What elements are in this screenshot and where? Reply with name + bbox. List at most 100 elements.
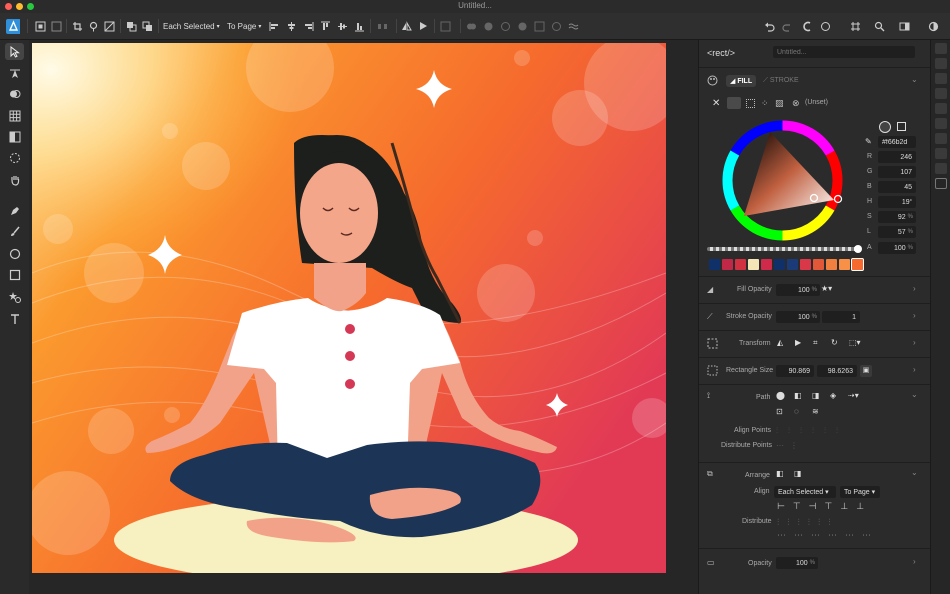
pattern-fill-icon[interactable]: ▨ <box>775 98 784 109</box>
text-tool-icon[interactable] <box>5 310 24 327</box>
effects-panel-icon[interactable] <box>935 103 947 114</box>
rotate-icon[interactable]: ↻ <box>831 338 838 347</box>
arrange-panel-icon[interactable] <box>935 148 947 159</box>
align-selection-select[interactable]: Each Selected ▾ <box>774 486 836 498</box>
chevron-right-icon[interactable]: › <box>913 311 916 320</box>
a-input[interactable]: 100 % <box>878 242 916 254</box>
transform-options-icon[interactable]: ⬚▾ <box>849 338 861 347</box>
flip-h-icon[interactable]: ◭ <box>777 338 783 347</box>
stroke-panel-icon[interactable] <box>935 73 947 84</box>
crop-icon[interactable] <box>70 18 84 34</box>
undo-icon[interactable] <box>762 18 776 34</box>
hex-input[interactable] <box>878 136 916 148</box>
align-left-icon[interactable] <box>267 18 281 34</box>
star-preset-icon[interactable]: ★▾ <box>821 284 832 293</box>
opacity-input[interactable]: 100 % <box>776 557 818 569</box>
color-swatch[interactable] <box>826 259 837 270</box>
path-options-icon[interactable]: ⇢▾ <box>848 391 859 400</box>
path-exclude-icon[interactable]: ◈ <box>830 391 836 400</box>
linear-gradient-icon[interactable] <box>746 99 755 108</box>
distribute-points-icons[interactable]: ⋯⋮ <box>776 441 804 450</box>
pattern-icon[interactable] <box>102 18 116 34</box>
color-swatch[interactable] <box>813 259 824 270</box>
arrange-back-icon[interactable]: ◨ <box>794 469 802 478</box>
l-input[interactable]: 57 % <box>878 226 916 238</box>
export-panel-icon[interactable] <box>935 178 947 189</box>
blend-tool-icon[interactable] <box>5 149 24 166</box>
boolean-union-icon[interactable] <box>464 18 478 34</box>
arrange-front-icon[interactable]: ◧ <box>776 469 784 478</box>
unset-icon[interactable]: ⊗ <box>792 98 800 109</box>
align-panel-icon[interactable] <box>935 163 947 174</box>
simplify-icon[interactable] <box>566 18 580 34</box>
send-back-icon[interactable] <box>140 18 154 34</box>
chevron-down-icon[interactable]: ⌄ <box>911 390 918 399</box>
boolean-subtract-icon[interactable] <box>481 18 495 34</box>
eyedropper-icon[interactable]: ✎ <box>865 137 872 146</box>
no-paint-icon[interactable]: ✕ <box>712 98 720 109</box>
align-target-dropdown[interactable]: To Page ▾ <box>227 18 261 34</box>
artboard-illustration[interactable] <box>32 43 666 573</box>
bring-front-icon[interactable] <box>124 18 138 34</box>
boolean-fragment-icon[interactable] <box>549 18 563 34</box>
g-input[interactable]: 107 <box>878 166 916 178</box>
r-input[interactable]: 246 <box>878 151 916 163</box>
snap-options-icon[interactable] <box>818 18 832 34</box>
element-name-input[interactable] <box>773 46 915 58</box>
b-input[interactable]: 45 <box>878 181 916 193</box>
layers-panel-icon[interactable] <box>935 133 947 144</box>
path-subtract-icon[interactable]: ◧ <box>794 391 802 400</box>
lock-icon[interactable]: ▣ <box>860 365 872 377</box>
align-middle-icon[interactable] <box>335 18 349 34</box>
color-swatch[interactable] <box>787 259 798 270</box>
hand-tool-icon[interactable] <box>5 171 24 188</box>
rect-width-input[interactable]: 90.869 <box>776 365 814 377</box>
symbol-panel-icon[interactable] <box>935 88 947 99</box>
boolean-exclude-icon[interactable] <box>515 18 529 34</box>
alpha-slider-handle[interactable] <box>854 245 862 253</box>
color-swatch[interactable] <box>735 259 746 270</box>
align-target-select[interactable]: To Page ▾ <box>840 486 880 498</box>
shapes-tool-icon[interactable] <box>5 288 24 305</box>
path-union-icon[interactable]: ⬤ <box>776 391 785 400</box>
pin-icon[interactable] <box>86 18 100 34</box>
zoom-icon[interactable] <box>872 18 886 34</box>
align-buttons[interactable]: ⊢⊤⊣⊤⊥⊥ <box>777 501 872 512</box>
rectangle-tool-icon[interactable] <box>5 266 24 283</box>
alpha-slider[interactable] <box>707 247 859 251</box>
distribute-icon[interactable] <box>375 18 389 34</box>
grid-tool-icon[interactable] <box>5 107 24 124</box>
path-simplify-icon[interactable]: ≋ <box>812 407 819 416</box>
fill-panel-icon[interactable] <box>935 58 947 69</box>
stroke-tab[interactable]: ⟋ STROKE <box>763 77 799 85</box>
color-swatch[interactable] <box>800 259 811 270</box>
stroke-width-input[interactable]: 1 <box>822 311 860 323</box>
path-intersect-icon[interactable]: ◨ <box>812 391 820 400</box>
flip-v-icon[interactable]: ▶ <box>795 338 801 347</box>
color-wheel[interactable] <box>722 120 843 241</box>
brush-tool-icon[interactable] <box>5 223 24 240</box>
s-input[interactable]: 92 % <box>878 211 916 223</box>
chevron-right-icon[interactable]: › <box>913 284 916 293</box>
color-swatch[interactable] <box>761 259 772 270</box>
flip-horizontal-icon[interactable] <box>399 18 413 34</box>
chevron-right-icon[interactable]: › <box>913 365 916 374</box>
color-swatch[interactable] <box>851 258 864 271</box>
select-tool-icon[interactable] <box>5 43 24 60</box>
h-input[interactable]: 19 ° <box>878 196 916 208</box>
path-divide-icon[interactable]: ⊡ <box>776 407 783 416</box>
radial-gradient-icon[interactable]: ⁘ <box>761 98 769 109</box>
distribute-spacing-buttons[interactable]: ⋯⋯⋯⋯⋯⋯ <box>777 530 879 541</box>
distribute-buttons[interactable]: ⫶⫶⫶⫶⫶⫶ <box>777 517 839 528</box>
align-center-icon[interactable] <box>284 18 298 34</box>
boolean-intersect-icon[interactable] <box>498 18 512 34</box>
ellipse-tool-icon[interactable] <box>5 245 24 262</box>
path-fragment-icon[interactable]: ◌ <box>794 407 799 416</box>
view-mode-icon[interactable] <box>897 18 911 34</box>
align-points-icons[interactable]: ⫶⫶⫶⫶⫶⫶ <box>776 426 848 436</box>
node-tool-icon[interactable] <box>5 64 24 81</box>
boolean-divide-icon[interactable] <box>532 18 546 34</box>
gradient-tool-icon[interactable] <box>5 128 24 145</box>
stroke-opacity-input[interactable]: 100 % <box>776 311 820 323</box>
color-swatch[interactable] <box>774 259 785 270</box>
